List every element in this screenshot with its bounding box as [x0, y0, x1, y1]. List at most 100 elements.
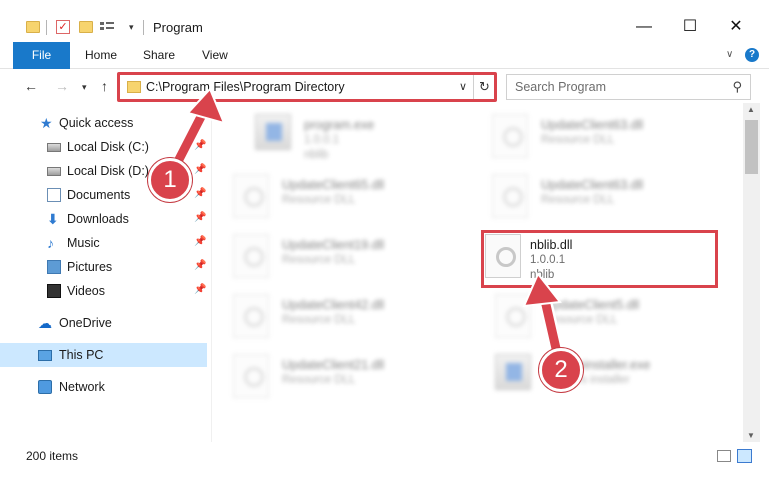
window-title: Program	[153, 20, 203, 35]
videos-icon	[47, 284, 61, 298]
file-name: program.exe	[304, 118, 375, 132]
pin-icon[interactable]: 📌	[194, 188, 206, 199]
sidebar-item-label: This PC	[59, 348, 104, 362]
download-icon: ⬇	[47, 211, 59, 227]
scroll-thumb[interactable]	[745, 120, 758, 174]
dll-icon	[492, 174, 528, 218]
help-icon[interactable]: ?	[745, 48, 759, 62]
sidebar-item-videos[interactable]: Videos 📌	[0, 279, 207, 303]
sidebar-item-pictures[interactable]: Pictures 📌	[0, 255, 207, 279]
tab-home[interactable]: Home	[85, 42, 117, 69]
sidebar-item-onedrive[interactable]: ☁ OneDrive	[0, 311, 207, 335]
tab-share[interactable]: Share	[143, 42, 175, 69]
step-badge-1: 1	[148, 158, 192, 202]
scroll-up-icon[interactable]: ▲	[747, 105, 755, 114]
file-item[interactable]: UpdateClient63.dll Resource DLL	[472, 109, 702, 167]
file-description: Resource DLL	[282, 374, 356, 386]
file-description: Resource DLL	[282, 194, 356, 206]
cloud-icon: ☁	[38, 315, 52, 331]
minimize-button[interactable]: —	[621, 12, 667, 42]
sidebar-item-label: Pictures	[67, 260, 113, 274]
file-description: Resource DLL	[541, 134, 615, 146]
back-arrow-icon[interactable]: ←	[24, 78, 38, 94]
expand-ribbon-icon[interactable]: ∨	[726, 49, 733, 60]
file-name: UpdateClient63.dll	[541, 118, 644, 132]
sidebar-item-network[interactable]: Network	[0, 375, 207, 399]
search-placeholder: Search Program	[515, 80, 607, 94]
drive-icon	[47, 167, 61, 176]
file-description: Resource DLL	[282, 314, 356, 326]
up-arrow-icon[interactable]: ↑	[101, 78, 108, 94]
drive-icon	[47, 143, 61, 152]
sidebar-item-label: Videos	[67, 284, 105, 298]
file-item[interactable]: UpdateClient42.dll Resource DLL	[213, 289, 443, 347]
sidebar-item-this-pc[interactable]: This PC	[0, 343, 207, 367]
customize-toolbar-icon[interactable]	[99, 20, 115, 34]
item-count: 200 items	[26, 449, 79, 463]
file-item[interactable]: UpdateClient19.dll Resource DLL	[213, 229, 443, 287]
sidebar-item-label: Music	[67, 236, 100, 250]
sidebar-item-label: Quick access	[59, 116, 134, 130]
star-icon: ★	[40, 115, 53, 131]
tab-view[interactable]: View	[202, 42, 228, 69]
navigation-bar: ← → ▾ ↑ C:\Program Files\Program Directo…	[0, 69, 769, 103]
file-item[interactable]: Updateinstaller.exe Updates installer	[475, 349, 705, 407]
file-item[interactable]: UpdateClient5.dll Resource DLL	[475, 289, 705, 347]
forward-arrow-icon[interactable]: →	[55, 78, 69, 94]
dll-icon	[233, 354, 269, 398]
title-bar: ✓ ▾ Program — ☐ ✕	[0, 0, 769, 42]
file-description: Resource DLL	[541, 194, 615, 206]
sidebar-item-label: Local Disk (C:)	[67, 140, 149, 154]
sidebar-item-music[interactable]: ♪ Music 📌	[0, 231, 207, 255]
file-item[interactable]: UpdateClient21.dll Resource DLL	[213, 349, 443, 407]
properties-check-icon[interactable]: ✓	[56, 20, 70, 34]
file-name: UpdateClient63.dll	[541, 178, 644, 192]
file-name: UpdateClient65.dll	[282, 178, 385, 192]
computer-icon	[38, 350, 52, 361]
close-button[interactable]: ✕	[713, 12, 759, 42]
pin-icon[interactable]: 📌	[194, 236, 206, 247]
vertical-scrollbar[interactable]: ▲ ▼	[743, 103, 760, 442]
file-name: UpdateClient21.dll	[282, 358, 385, 372]
exe-icon	[255, 114, 291, 150]
dll-icon	[233, 174, 269, 218]
sidebar-item-label: Local Disk (D:)	[67, 164, 149, 178]
maximize-button[interactable]: ☐	[667, 12, 713, 42]
search-icon[interactable]: ⚲	[732, 79, 742, 95]
file-name: UpdateClient19.dll	[282, 238, 385, 252]
quick-access-dropdown-icon[interactable]: ▾	[129, 22, 134, 32]
file-company: nblib	[304, 149, 329, 161]
step-badge-2: 2	[539, 348, 583, 392]
network-icon	[38, 380, 52, 394]
toolbar-separator	[143, 20, 144, 35]
dll-icon	[233, 234, 269, 278]
pin-icon[interactable]: 📌	[194, 284, 206, 295]
toolbar-separator	[46, 20, 47, 35]
details-view-icon[interactable]	[717, 450, 731, 462]
pin-icon[interactable]: 📌	[194, 260, 206, 271]
dll-icon	[233, 294, 269, 338]
new-folder-icon[interactable]	[79, 21, 93, 33]
dll-icon	[492, 114, 528, 158]
file-version: 1.0.0.1	[304, 134, 340, 146]
sidebar-item-label: Network	[59, 380, 105, 394]
file-item[interactable]: UpdateClient63.dll Resource DLL	[472, 169, 702, 227]
tab-file[interactable]: File	[13, 42, 70, 69]
recent-locations-chevron-icon[interactable]: ▾	[82, 82, 87, 93]
file-item[interactable]: UpdateClient65.dll Resource DLL	[213, 169, 443, 227]
file-item[interactable]: program.exe 1.0.0.1 nblib	[235, 109, 465, 167]
sidebar-item-label: Documents	[67, 188, 131, 202]
status-bar: 200 items	[0, 442, 769, 477]
file-description: Resource DLL	[282, 254, 356, 266]
scroll-down-icon[interactable]: ▼	[747, 431, 755, 440]
ribbon-tabs: File Home Share View ∨ ?	[0, 42, 769, 69]
nblib-highlight-box	[481, 230, 718, 288]
pictures-icon	[47, 260, 61, 274]
large-icons-view-icon[interactable]	[737, 449, 752, 463]
sidebar-item-label: OneDrive	[59, 316, 112, 330]
file-name: UpdateClient42.dll	[282, 298, 385, 312]
sidebar-item-label: Downloads	[67, 212, 129, 226]
search-input[interactable]: Search Program ⚲	[506, 74, 751, 100]
sidebar-item-downloads[interactable]: ⬇ Downloads 📌	[0, 207, 207, 231]
pin-icon[interactable]: 📌	[194, 212, 206, 223]
